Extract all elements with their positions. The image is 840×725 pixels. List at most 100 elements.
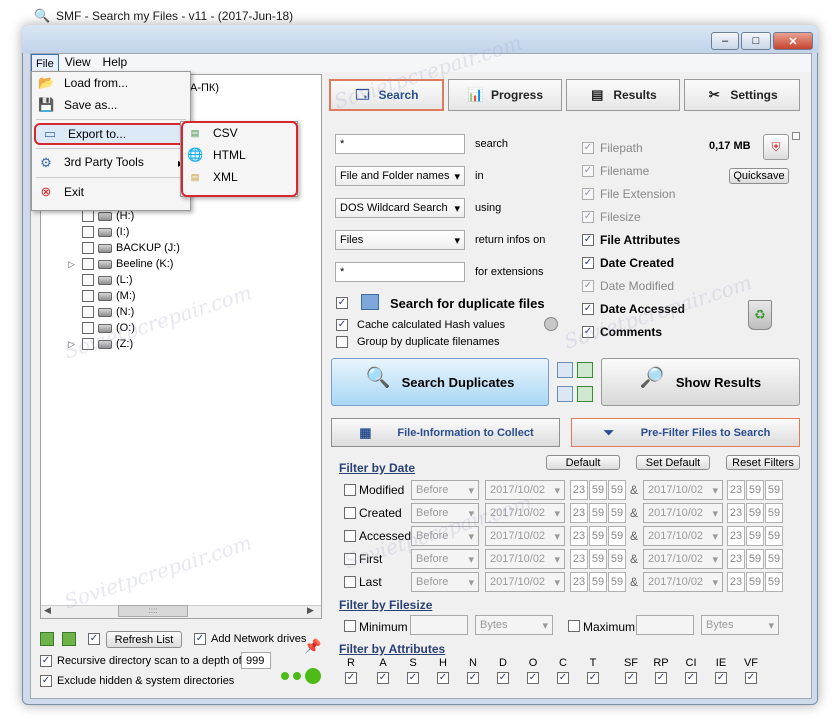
attribute-filter[interactable]: A <box>373 657 393 684</box>
exclude-hidden-checkbox[interactable] <box>40 675 52 687</box>
drive-item[interactable]: ▷ Beeline (K:) <box>68 256 180 272</box>
attribute-checkbox[interactable] <box>527 672 539 684</box>
drive-item[interactable]: (O:) <box>68 320 180 336</box>
search-input[interactable]: * <box>335 134 465 154</box>
minute-field[interactable]: 59 <box>589 503 607 523</box>
scroll-right-icon[interactable]: ▶ <box>307 605 314 616</box>
tab-results[interactable]: ▤ Results <box>566 79 680 111</box>
refresh-icon[interactable] <box>577 362 593 378</box>
attribute-filter[interactable]: R <box>341 657 361 684</box>
drive-checkbox[interactable] <box>82 338 94 350</box>
drive-item[interactable]: (M:) <box>68 288 180 304</box>
date-filter-checkbox[interactable] <box>344 507 356 519</box>
attribute-filter[interactable]: IE <box>711 657 731 684</box>
duplicate-checkbox[interactable] <box>336 297 348 309</box>
maximum-checkbox[interactable] <box>568 620 580 632</box>
column-checkbox[interactable] <box>582 325 594 338</box>
column-checkbox[interactable] <box>582 256 594 269</box>
minute-field[interactable]: 59 <box>589 572 607 592</box>
expand-arrow-icon[interactable]: ▷ <box>68 339 78 350</box>
recycle-bin-icon[interactable]: ♻ <box>748 300 772 330</box>
column-date-accessed[interactable]: Date Accessed <box>582 297 685 320</box>
end-hour-field[interactable]: 23 <box>727 480 745 500</box>
end-hour-field[interactable]: 23 <box>727 526 745 546</box>
add-network-checkbox[interactable] <box>194 633 206 645</box>
column-checkbox[interactable] <box>582 210 594 223</box>
date-start-select[interactable]: 2017/10/02 ▾ <box>485 503 565 523</box>
attribute-checkbox[interactable] <box>715 672 727 684</box>
hour-field[interactable]: 23 <box>570 480 588 500</box>
attribute-checkbox[interactable] <box>467 672 479 684</box>
date-end-select[interactable]: 2017/10/02 ▾ <box>643 572 723 592</box>
drive-checkbox[interactable] <box>82 274 94 286</box>
drive-checkbox[interactable] <box>82 290 94 302</box>
small-option-checkbox[interactable] <box>792 132 800 140</box>
expand-all-icon[interactable] <box>40 632 54 646</box>
drive-item[interactable]: ▷ (Z:) <box>68 336 180 352</box>
drive-checkbox[interactable] <box>82 226 94 238</box>
drive-checkbox[interactable] <box>82 322 94 334</box>
end-hour-field[interactable]: 23 <box>727 503 745 523</box>
shield-icon[interactable]: ⛨ <box>763 134 789 160</box>
attribute-filter[interactable]: SF <box>621 657 641 684</box>
attribute-checkbox[interactable] <box>655 672 667 684</box>
drive-item[interactable]: (L:) <box>68 272 180 288</box>
end-hour-field[interactable]: 23 <box>727 572 745 592</box>
end-hour-field[interactable]: 23 <box>727 549 745 569</box>
date-mode-select[interactable]: Before ▾ <box>411 480 479 500</box>
tab-settings[interactable]: ✂ Settings <box>684 79 800 111</box>
sync-icon[interactable] <box>577 386 593 402</box>
prefilter-button[interactable]: ⏷ Pre-Filter Files to Search <box>571 418 800 447</box>
minute-field[interactable]: 59 <box>589 480 607 500</box>
attribute-checkbox[interactable] <box>625 672 637 684</box>
column-file-extension[interactable]: File Extension <box>582 182 685 205</box>
column-checkbox[interactable] <box>582 187 594 200</box>
attribute-checkbox[interactable] <box>557 672 569 684</box>
second-field[interactable]: 59 <box>608 503 626 523</box>
minimum-checkbox[interactable] <box>344 620 356 632</box>
column-date-modified[interactable]: Date Modified <box>582 274 685 297</box>
recursive-checkbox[interactable] <box>40 655 52 667</box>
attribute-checkbox[interactable] <box>377 672 389 684</box>
second-field[interactable]: 59 <box>608 480 626 500</box>
attribute-filter[interactable]: S <box>403 657 423 684</box>
end-minute-field[interactable]: 59 <box>746 526 764 546</box>
attribute-filter[interactable]: VF <box>741 657 761 684</box>
date-mode-select[interactable]: Before ▾ <box>411 526 479 546</box>
return-type-select[interactable]: Files ▾ <box>335 230 465 250</box>
pin-icon[interactable]: 📌 <box>304 638 321 655</box>
file-info-button[interactable]: ▦ File-Information to Collect <box>331 418 560 447</box>
attribute-filter[interactable]: C <box>553 657 573 684</box>
attribute-checkbox[interactable] <box>437 672 449 684</box>
drive-checkbox[interactable] <box>82 210 94 222</box>
attribute-checkbox[interactable] <box>685 672 697 684</box>
drive-checkbox[interactable] <box>82 258 94 270</box>
attribute-filter[interactable]: T <box>583 657 603 684</box>
extensions-input[interactable]: * <box>335 262 465 282</box>
drive-item[interactable]: BACKUP (J:) <box>68 240 180 256</box>
date-filter-checkbox[interactable] <box>344 484 356 496</box>
menu-exit[interactable]: ⊗ Exit <box>32 181 190 203</box>
refresh-list-button[interactable]: Refresh List <box>106 631 182 648</box>
database-icon[interactable] <box>544 317 558 331</box>
menu-export-to[interactable]: ▭ Export to... <box>34 123 188 145</box>
set-default-button[interactable]: Set Default <box>636 455 710 470</box>
drive-item[interactable]: (I:) <box>68 224 180 240</box>
end-second-field[interactable]: 59 <box>765 572 783 592</box>
menu-view[interactable]: View <box>59 54 97 72</box>
search-duplicates-button[interactable]: 🔍 Search Duplicates <box>331 358 549 406</box>
end-second-field[interactable]: 59 <box>765 549 783 569</box>
pages-icon[interactable] <box>557 386 573 402</box>
date-start-select[interactable]: 2017/10/02 ▾ <box>485 549 565 569</box>
group-duplicates-checkbox[interactable] <box>336 336 348 348</box>
attribute-filter[interactable]: CI <box>681 657 701 684</box>
attribute-filter[interactable]: N <box>463 657 483 684</box>
column-checkbox[interactable] <box>582 279 594 292</box>
end-second-field[interactable]: 59 <box>765 503 783 523</box>
maximize-button[interactable]: □ <box>741 32 771 50</box>
attribute-filter[interactable]: O <box>523 657 543 684</box>
end-second-field[interactable]: 59 <box>765 526 783 546</box>
attribute-filter[interactable]: RP <box>651 657 671 684</box>
column-checkbox[interactable] <box>582 164 594 177</box>
date-filter-checkbox[interactable] <box>344 530 356 542</box>
